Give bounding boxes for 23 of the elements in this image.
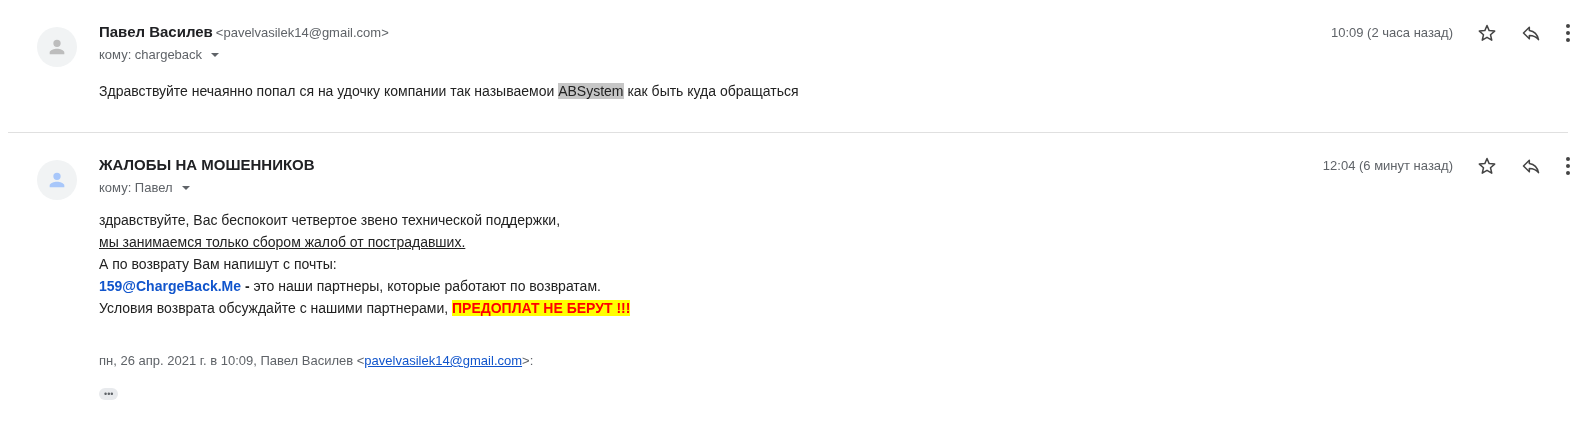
show-trimmed-button[interactable]: ••• — [99, 388, 119, 400]
message-time: 10:09 (2 часа назад) — [1330, 25, 1453, 40]
message-line: 159@ChargeBack.Me - это наши партнеры, которые работают по возвратам. — [99, 277, 601, 296]
message-line: мы занимаемся только сбором жалоб от пострадавших. — [99, 233, 466, 252]
reply-icon[interactable] — [1521, 23, 1541, 43]
quote-header: пн, 26 апр. 2021 г. в 10:09, Павел Василев < — [99, 352, 365, 370]
message-line: А по возврату Вам напишут с почты: — [99, 255, 337, 274]
recipient-label: кому: Павел — [99, 180, 173, 195]
recipient-label: кому: chargeback — [99, 47, 203, 62]
more-icon[interactable] — [1565, 156, 1571, 176]
sender-name: Павел Василев — [99, 23, 213, 40]
reply-icon[interactable] — [1521, 156, 1541, 176]
star-icon[interactable] — [1477, 23, 1497, 43]
message-time: 12:04 (6 минут назад) — [1322, 158, 1453, 173]
quote-header-end: >: — [522, 352, 534, 370]
sender-name: ЖАЛОБЫ НА МОШЕННИКОВ — [99, 156, 315, 173]
sender-email: <pavelvasilek14@gmail.com> — [215, 25, 389, 40]
more-icon[interactable] — [1565, 23, 1571, 43]
star-icon[interactable] — [1477, 156, 1497, 176]
email-link[interactable]: pavelvasilek14@gmail.com — [364, 350, 523, 372]
message-line: здравствуйте, Вас беспокоит четвертое звено технической поддержки, — [99, 211, 561, 230]
message-line: Условия возврата обсуждайте с нашими партнерами, ПРЕДОПЛАТ НЕ БЕРУТ !!! — [99, 299, 631, 318]
message-line: Здравствуйте нечаянно попал ся на удочку компании так называемои ABSystem как быть куда обращаться — [99, 82, 799, 101]
